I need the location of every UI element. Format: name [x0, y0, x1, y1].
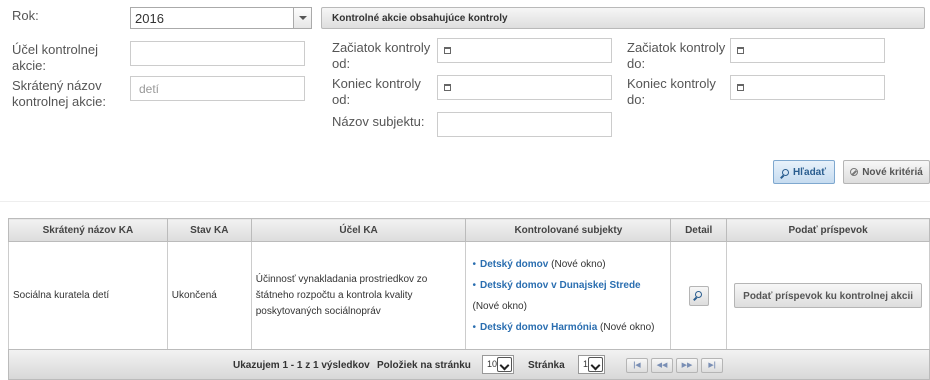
list-item: • Detský domov v Dunajskej Strede (Nové o… [472, 279, 641, 312]
prev-page-button[interactable]: ◀◀ [651, 358, 673, 373]
results-summary: Ukazujem 1 - 1 z 1 výsledkov [233, 360, 370, 371]
contribute-button[interactable]: Podať príspevok ku kontrolnej akcii [734, 283, 922, 308]
divider [0, 201, 930, 202]
search-icon [694, 290, 702, 298]
table-row: Sociálna kuratela detí Ukončená Účinnosť… [8, 241, 930, 350]
first-page-button[interactable]: |◀ [626, 358, 648, 373]
end-from-label: Koniec kontroly od: [332, 76, 421, 107]
short-name-input[interactable] [130, 76, 305, 101]
start-to-date-field[interactable] [730, 38, 885, 63]
search-icon [781, 169, 789, 176]
header-short-name[interactable]: Skrátený názov KA [8, 218, 168, 242]
end-to-date-field[interactable] [730, 75, 885, 100]
chevron-down-icon[interactable] [497, 357, 512, 372]
purpose-label: Účel kontrolnej akcie: [12, 42, 98, 73]
calendar-icon[interactable] [737, 47, 744, 54]
next-page-button[interactable]: ▶▶ [676, 358, 698, 373]
table-header-row: Skrátený názov KA Stav KA Účel KA Kontro… [8, 218, 930, 242]
per-page-select[interactable]: 10 [482, 355, 514, 374]
subject-label: Názov subjektu: [332, 114, 425, 129]
chevron-down-icon[interactable] [293, 8, 311, 28]
header-status[interactable]: Stav KA [166, 218, 252, 242]
reset-icon [850, 168, 859, 176]
calendar-icon[interactable] [737, 84, 744, 91]
cell-status: Ukončená [166, 241, 252, 350]
per-page-label: Položiek na stránku [377, 360, 471, 371]
calendar-icon[interactable] [444, 47, 451, 54]
subject-link[interactable]: Detský domov v Dunajskej Strede [480, 280, 641, 291]
subject-link[interactable]: Detský domov Harmónia [480, 322, 597, 333]
cell-short-name: Sociálna kuratela detí [8, 241, 168, 350]
page-label: Stránka [528, 360, 565, 371]
page-select[interactable]: 1 [578, 355, 605, 374]
new-criteria-button[interactable]: Nové kritériá [843, 160, 930, 184]
detail-button[interactable] [688, 285, 709, 306]
subject-input[interactable] [437, 112, 612, 137]
purpose-input[interactable] [130, 41, 305, 66]
subject-link[interactable]: Detský domov [480, 259, 548, 270]
last-page-button[interactable]: ▶| [701, 358, 723, 373]
search-button[interactable]: Hľadať [773, 160, 835, 184]
start-from-label: Začiatok kontroly od: [332, 40, 431, 71]
cell-subjects: • Detský domov (Nové okno) • Detský domov … [465, 241, 672, 350]
tab-control-actions[interactable]: Kontrolné akcie obsahujúce kontroly [321, 7, 925, 29]
cell-purpose: Účinnosť vynakladania prostriedkov zo št… [250, 241, 467, 350]
header-subjects[interactable]: Kontrolované subjekty [465, 218, 672, 242]
calendar-icon[interactable] [444, 84, 451, 91]
header-contribute[interactable]: Podať príspevok [726, 218, 930, 242]
end-from-date-field[interactable] [437, 75, 612, 100]
end-to-label: Koniec kontroly do: [627, 76, 716, 107]
list-item: • Detský domov (Nové okno) [472, 258, 606, 270]
year-label: Rok: [12, 8, 39, 23]
results-table: Skrátený názov KA Stav KA Účel KA Kontro… [8, 218, 930, 350]
year-select-value: 2016 [135, 11, 164, 26]
cell-detail [670, 241, 728, 350]
chevron-down-icon[interactable] [588, 357, 603, 372]
list-item: • Detský domov Harmónia (Nové okno) [472, 321, 655, 333]
header-purpose[interactable]: Účel KA [250, 218, 467, 242]
pager: Ukazujem 1 - 1 z 1 výsledkov Položiek na… [8, 349, 930, 380]
year-select[interactable]: 2016 [130, 7, 312, 29]
cell-contribute: Podať príspevok ku kontrolnej akcii [726, 241, 930, 350]
short-name-label: Skrátený názov kontrolnej akcie: [12, 78, 106, 109]
start-from-date-field[interactable] [437, 38, 612, 63]
start-to-label: Začiatok kontroly do: [627, 40, 726, 71]
header-detail[interactable]: Detail [670, 218, 728, 242]
